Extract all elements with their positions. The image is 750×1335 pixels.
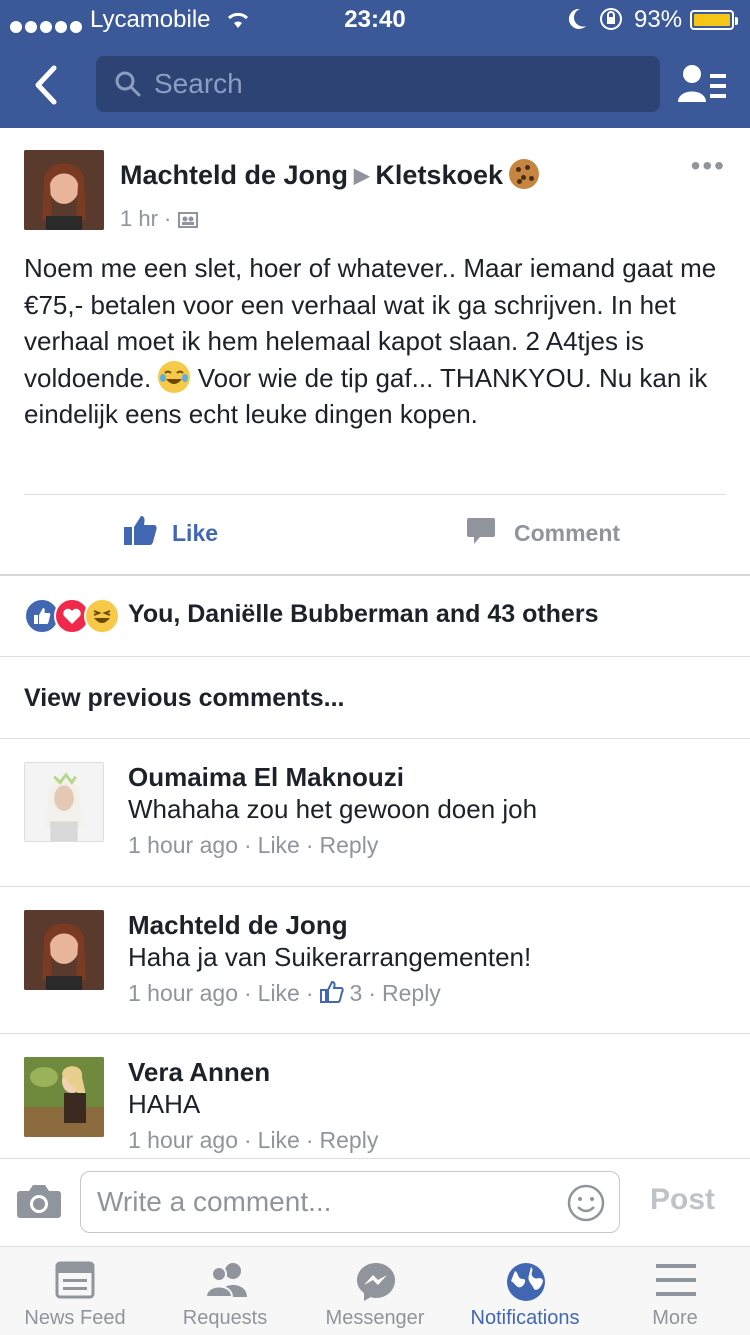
friend-list-icon[interactable] [676, 62, 728, 108]
thumbs-up-icon [124, 516, 157, 545]
comment-item: Oumaima El Maknouzi Whahaha zou het gewo… [24, 762, 726, 862]
comment-like-button[interactable]: Like [258, 832, 300, 858]
avatar[interactable] [24, 762, 104, 842]
tab-label: Notifications [470, 1307, 580, 1329]
post-group-name[interactable]: Kletskoek [375, 160, 503, 190]
camera-icon[interactable] [16, 1183, 62, 1219]
post-body: Noem me een slet, hoer of whatever.. Maa… [24, 250, 726, 433]
comment-input[interactable]: Write a comment... [80, 1171, 620, 1233]
comment-text: Haha ja van Suikerarrangementen! [128, 942, 532, 972]
comment-input-placeholder: Write a comment... [97, 1186, 332, 1217]
arrow-right-icon: ▶ [354, 165, 370, 187]
divider [0, 574, 750, 576]
comment-item: Vera Annen HAHA 1 hour ago · Like · Reply [24, 1057, 726, 1157]
comment-author[interactable]: Machteld de Jong [128, 910, 348, 941]
search-input[interactable]: Search [96, 56, 660, 112]
menu-icon [656, 1264, 696, 1296]
view-previous-comments-link[interactable]: View previous comments... [24, 684, 344, 713]
tab-messenger[interactable]: Messenger [300, 1247, 450, 1335]
divider [0, 656, 750, 657]
comment-label: Comment [514, 520, 621, 546]
comment-time: 1 hour ago [128, 980, 238, 1006]
comment-author[interactable]: Oumaima El Maknouzi [128, 762, 404, 793]
comment-reply-button[interactable]: Reply [320, 1127, 379, 1153]
tab-notifications[interactable]: Notifications [450, 1247, 600, 1335]
emoji-picker-icon[interactable] [567, 1184, 605, 1222]
reactions-text: You, Daniëlle Bubberman and 43 others [128, 600, 599, 628]
comment-meta: 1 hour ago · Like · Reply [128, 832, 379, 858]
divider [0, 1033, 750, 1034]
comment-text: Whahaha zou het gewoon doen joh [128, 794, 538, 824]
post-button[interactable]: Post [650, 1183, 715, 1217]
divider [24, 494, 726, 495]
post-header: Machteld de Jong ▶ Kletskoek 1 hr · ••• [24, 150, 726, 232]
search-icon [115, 71, 141, 97]
haha-reaction-icon [84, 598, 120, 634]
rotation-lock-icon [600, 8, 622, 30]
tears-of-joy-emoji-icon [158, 360, 191, 393]
more-options-icon[interactable]: ••• [691, 150, 726, 182]
comment-reply-button[interactable]: Reply [320, 832, 379, 858]
comment-time: 1 hour ago [128, 1127, 238, 1153]
comment-meta: 1 hour ago · Like · 3 · Reply [128, 980, 441, 1006]
cookie-emoji-icon [509, 158, 539, 189]
avatar[interactable] [24, 150, 104, 230]
top-bar: Lycamobile 23:40 93% Search [0, 0, 750, 128]
avatar[interactable] [24, 1057, 104, 1137]
messenger-icon [357, 1263, 395, 1301]
comment-time: 1 hour ago [128, 832, 238, 858]
like-label: Like [172, 520, 219, 546]
tab-label: Requests [182, 1307, 268, 1329]
back-chevron-icon[interactable] [28, 60, 68, 110]
globe-icon [507, 1263, 545, 1301]
news-feed-icon [55, 1261, 95, 1299]
divider [0, 886, 750, 887]
group-audience-icon [177, 212, 198, 229]
post-author-name[interactable]: Machteld de Jong [120, 160, 348, 190]
reactions-summary[interactable]: You, Daniëlle Bubberman and 43 others [24, 596, 726, 636]
tab-label: Messenger [325, 1307, 425, 1329]
tab-news-feed[interactable]: News Feed [0, 1247, 150, 1335]
battery-icon [690, 10, 738, 30]
status-bar: Lycamobile 23:40 93% [0, 0, 750, 40]
requests-icon [205, 1263, 247, 1298]
moon-icon [568, 8, 586, 29]
battery-percent: 93% [634, 6, 683, 33]
search-placeholder: Search [154, 68, 243, 99]
comment-like-count: 3 [349, 980, 363, 1006]
comment-like-button[interactable]: Like [258, 1127, 300, 1153]
post-meta: 1 hr · [120, 206, 198, 232]
comment-text: HAHA [128, 1089, 201, 1119]
avatar[interactable] [24, 910, 104, 990]
post-time[interactable]: 1 hr [120, 206, 158, 231]
thumbs-up-outline-icon [319, 980, 344, 1003]
tab-requests[interactable]: Requests [150, 1247, 300, 1335]
comment-like-button[interactable]: Like [258, 980, 300, 1006]
comment-reply-button[interactable]: Reply [382, 980, 441, 1006]
comment-meta: 1 hour ago · Like · Reply [128, 1127, 379, 1153]
post-author-line: Machteld de Jong ▶ Kletskoek [120, 158, 539, 192]
tab-bar: News Feed Requests Messenger Notificatio… [0, 1246, 750, 1335]
tab-more[interactable]: More [600, 1247, 750, 1335]
comment-bubble-icon [467, 518, 495, 544]
divider [0, 738, 750, 739]
comment-composer: Write a comment... Post [0, 1158, 750, 1247]
nav-bar: Search [0, 56, 750, 114]
comment-item: Machteld de Jong Haha ja van Suikerarran… [24, 910, 726, 1010]
tab-label: More [652, 1307, 698, 1329]
post-actions: Like Comment [0, 508, 750, 564]
comment-author[interactable]: Vera Annen [128, 1057, 270, 1088]
tab-label: News Feed [24, 1307, 126, 1329]
